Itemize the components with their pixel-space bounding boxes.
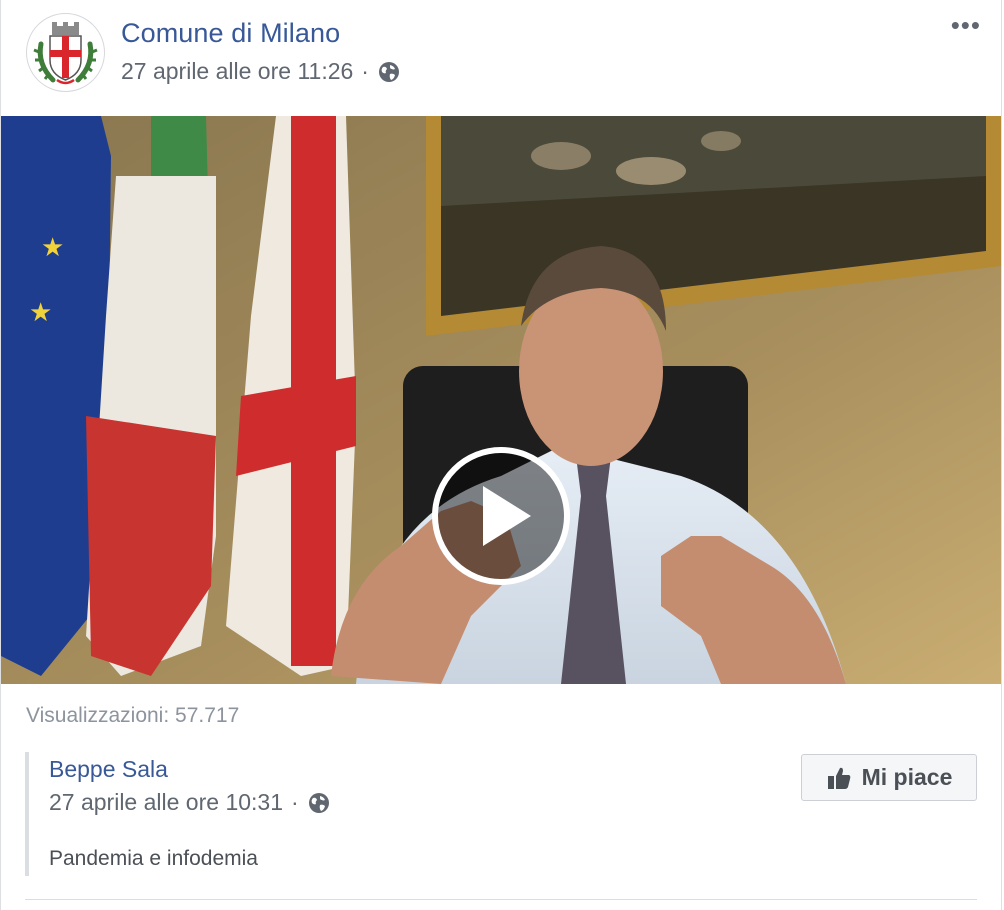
shared-post-text: Pandemia e infodemia <box>49 847 258 870</box>
shared-author-link[interactable]: Beppe Sala <box>49 756 168 783</box>
video-player[interactable]: ★ ★ <box>1 116 1001 684</box>
thumbs-up-icon <box>827 767 850 789</box>
post-meta: 27 aprile alle ore 11:26 · <box>121 58 401 85</box>
more-options-button[interactable]: ••• <box>951 12 981 38</box>
milano-coat-of-arms-icon <box>27 14 104 91</box>
like-button-label: Mi piace <box>861 764 953 790</box>
play-icon[interactable] <box>431 446 571 586</box>
facebook-post: Comune di Milano 27 aprile alle ore 11:2… <box>0 0 1002 910</box>
shared-timestamp[interactable]: 27 aprile alle ore 10:31 <box>49 789 283 816</box>
svg-text:★: ★ <box>29 298 52 328</box>
divider <box>25 899 977 900</box>
meta-separator: · <box>291 789 299 815</box>
shared-meta: 27 aprile alle ore 10:31 · <box>49 789 331 816</box>
like-page-button[interactable]: Mi piace <box>801 754 977 801</box>
globe-icon[interactable] <box>377 60 401 84</box>
meta-separator: · <box>361 58 369 84</box>
post-header: Comune di Milano 27 aprile alle ore 11:2… <box>1 0 1001 116</box>
view-count: Visualizzazioni: 57.717 <box>26 704 240 727</box>
post-timestamp[interactable]: 27 aprile alle ore 11:26 <box>121 58 353 85</box>
page-avatar[interactable] <box>26 13 105 92</box>
page-name-link[interactable]: Comune di Milano <box>121 18 340 49</box>
video-thumbnail: ★ ★ <box>1 116 1001 684</box>
globe-icon[interactable] <box>307 791 331 815</box>
svg-text:★: ★ <box>41 233 64 263</box>
